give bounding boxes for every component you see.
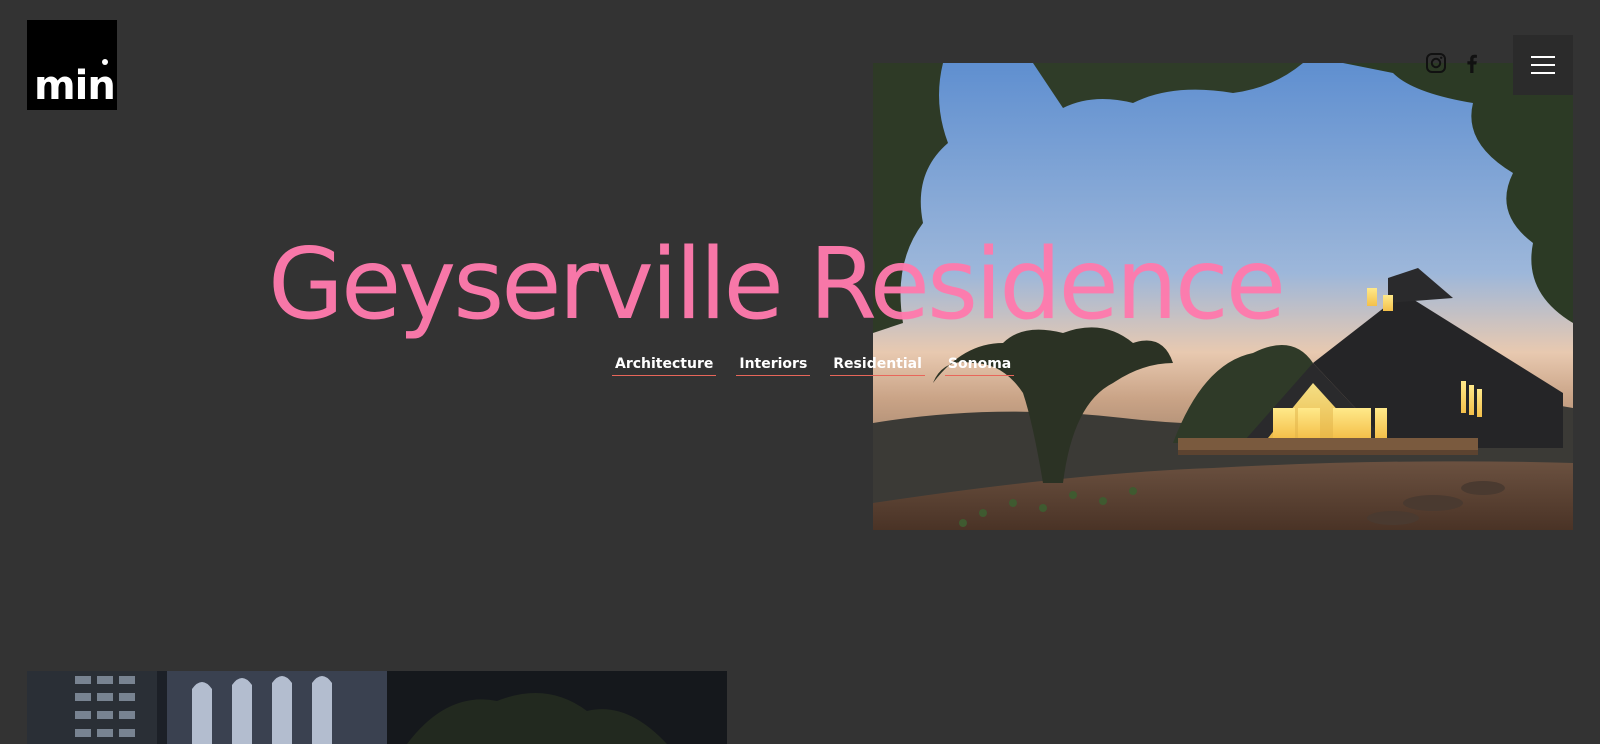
- page: min Geyserville Residence Architecture I…: [0, 0, 1600, 744]
- page-title: Geyserville Residence: [268, 228, 1286, 342]
- tag-residential[interactable]: Residential: [830, 356, 925, 376]
- facebook-icon[interactable]: [1461, 52, 1483, 74]
- logo-text: min: [34, 63, 116, 109]
- tag-sonoma[interactable]: Sonoma: [944, 356, 1015, 376]
- hamburger-menu-icon: [1531, 56, 1555, 74]
- menu-button[interactable]: [1513, 35, 1573, 95]
- building-photo-icon: [27, 671, 727, 744]
- project-tags: Architecture Interiors Residential Sonom…: [612, 356, 1015, 376]
- tag-architecture[interactable]: Architecture: [612, 356, 717, 376]
- secondary-photo[interactable]: [27, 671, 727, 744]
- tag-interiors[interactable]: Interiors: [736, 356, 811, 376]
- site-logo[interactable]: min: [27, 20, 117, 110]
- instagram-icon[interactable]: [1425, 52, 1447, 74]
- social-links: [1425, 52, 1483, 74]
